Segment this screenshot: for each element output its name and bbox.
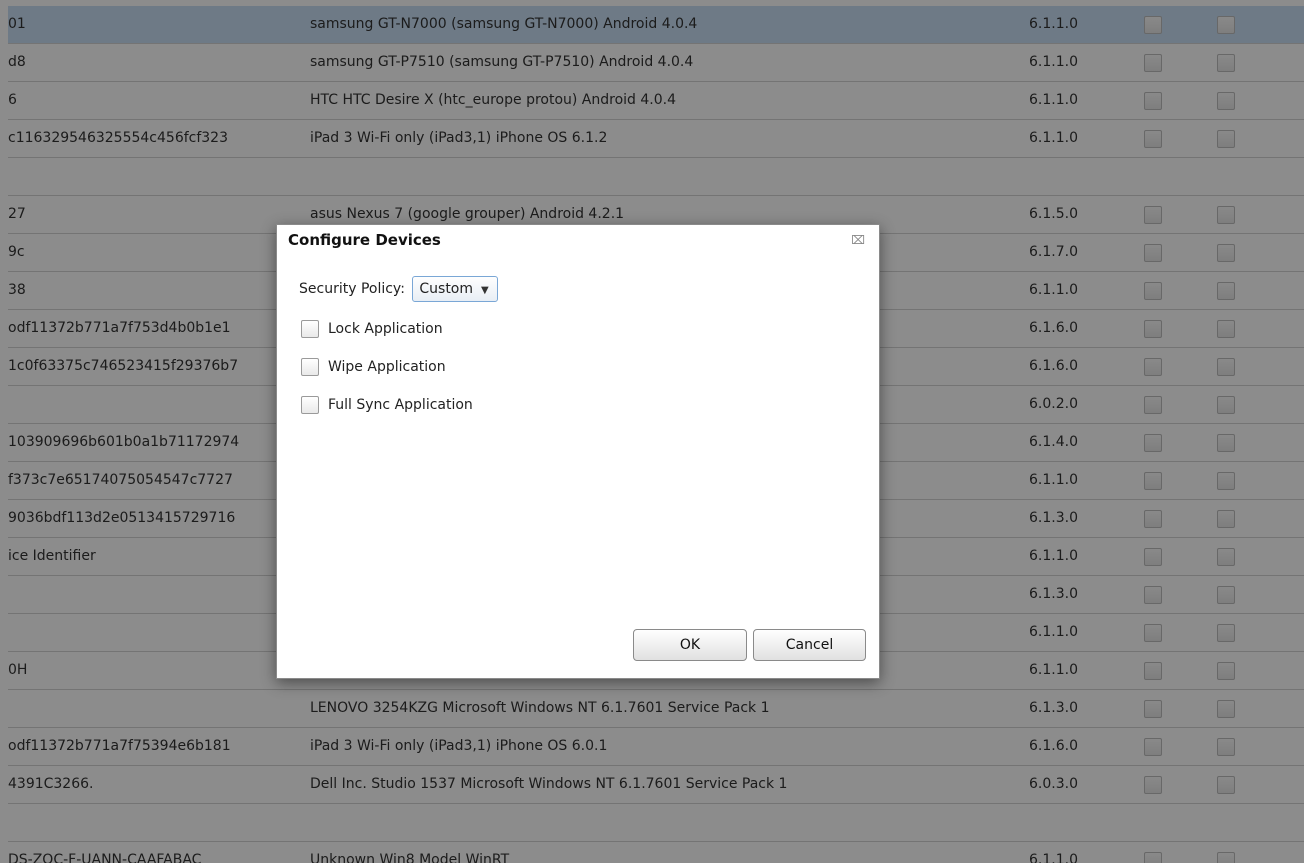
- lock-application-label: Lock Application: [328, 321, 443, 337]
- wipe-application-option[interactable]: Wipe Application: [301, 356, 446, 378]
- security-policy-label: Security Policy:: [299, 281, 405, 297]
- close-icon[interactable]: ⌧: [851, 233, 865, 247]
- cancel-button[interactable]: Cancel: [753, 629, 866, 661]
- full-sync-application-checkbox[interactable]: [301, 396, 319, 414]
- wipe-application-label: Wipe Application: [328, 359, 446, 375]
- security-policy-select[interactable]: Custom ▼: [412, 276, 498, 302]
- ok-button[interactable]: OK: [633, 629, 747, 661]
- full-sync-application-option[interactable]: Full Sync Application: [301, 394, 473, 416]
- chevron-down-icon: ▼: [481, 285, 489, 296]
- configure-devices-dialog: Configure Devices ⌧ Security Policy: Cus…: [276, 224, 880, 679]
- dialog-title: Configure Devices: [288, 231, 441, 249]
- full-sync-application-label: Full Sync Application: [328, 397, 473, 413]
- wipe-application-checkbox[interactable]: [301, 358, 319, 376]
- security-policy-value: Custom: [419, 281, 474, 297]
- lock-application-checkbox[interactable]: [301, 320, 319, 338]
- security-policy-row: Security Policy: Custom ▼: [299, 275, 498, 303]
- lock-application-option[interactable]: Lock Application: [301, 318, 443, 340]
